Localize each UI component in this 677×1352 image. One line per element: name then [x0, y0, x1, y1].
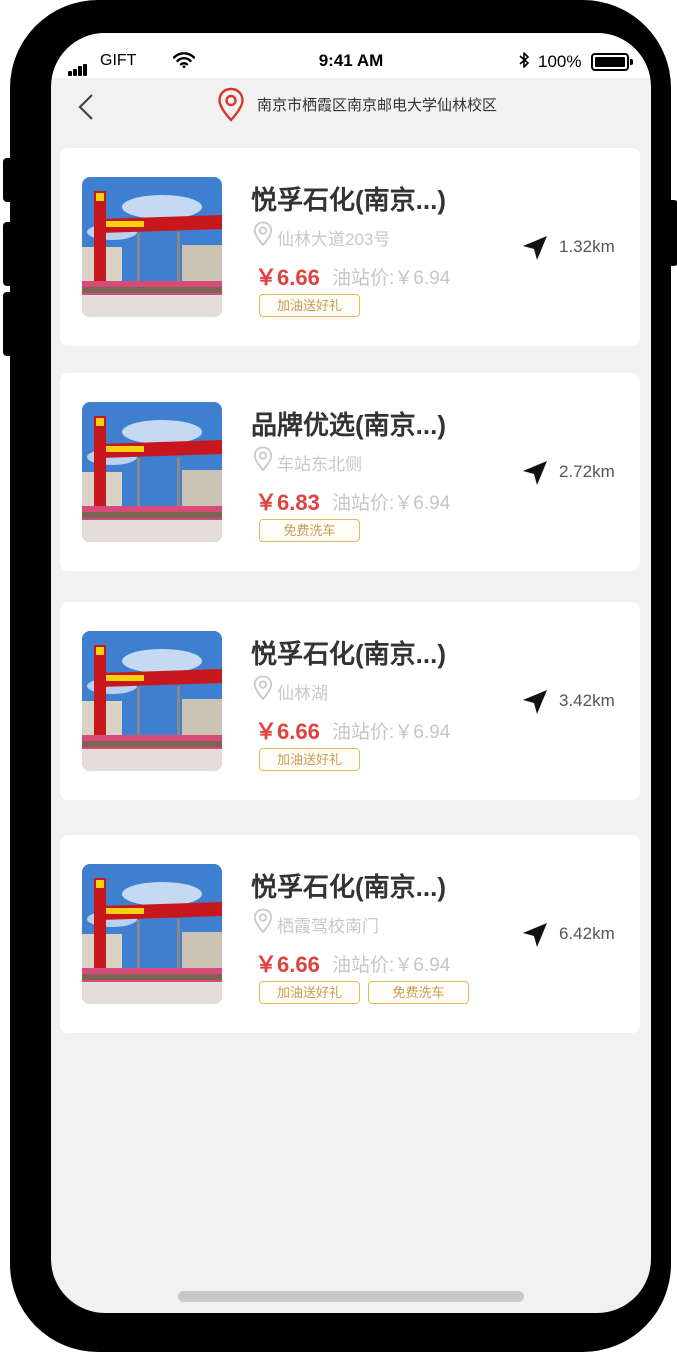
battery-icon: [591, 53, 633, 71]
bluetooth-icon: [518, 51, 530, 74]
volume-up-button: [3, 222, 13, 286]
station-address: 仙林大道203号: [277, 230, 391, 249]
station-distance: 1.32km: [559, 237, 615, 256]
station-photo: [82, 177, 222, 317]
station-price: 油站价:￥6.94: [332, 722, 451, 743]
station-price: 油站价:￥6.94: [332, 955, 451, 976]
phone-frame: GIFT 9:41 AM 100% 南京市栖霞区南京邮电大学仙林校区 悦孚石化(…: [3, 0, 677, 1352]
back-button[interactable]: [75, 92, 99, 122]
status-bar: GIFT 9:41 AM 100%: [51, 33, 651, 78]
navigation-arrow-icon[interactable]: [521, 688, 549, 721]
station-card[interactable]: 悦孚石化(南京...) 仙林大道203号 ￥6.66 油站价:￥6.94 加油送…: [60, 148, 640, 346]
map-pin-outline-icon: [253, 221, 273, 252]
station-distance: 6.42km: [559, 924, 615, 943]
promo-tag: 免费洗车: [259, 519, 360, 542]
discount-price: ￥6.66: [255, 719, 320, 744]
map-pin-outline-icon: [253, 446, 273, 477]
navigation-arrow-icon[interactable]: [521, 234, 549, 267]
station-photo: [82, 864, 222, 1004]
volume-down-button: [3, 292, 13, 356]
discount-price: ￥6.66: [255, 265, 320, 290]
station-distance: 3.42km: [559, 691, 615, 710]
promo-tag: 加油送好礼: [259, 748, 360, 771]
home-indicator[interactable]: [178, 1291, 524, 1302]
discount-price: ￥6.66: [255, 952, 320, 977]
promo-tag: 免费洗车: [368, 981, 469, 1004]
station-price: 油站价:￥6.94: [332, 493, 451, 514]
location-pin-icon: [217, 87, 245, 128]
navigation-arrow-icon[interactable]: [521, 921, 549, 954]
map-pin-outline-icon: [253, 908, 273, 939]
chevron-left-icon: [78, 94, 93, 120]
battery-percentage: 100%: [538, 52, 582, 71]
station-distance: 2.72km: [559, 462, 615, 481]
navigation-arrow-icon[interactable]: [521, 459, 549, 492]
station-photo: [82, 631, 222, 771]
station-name: 悦孚石化(南京...): [251, 185, 446, 215]
promo-tag: 加油送好礼: [259, 981, 360, 1004]
screen: GIFT 9:41 AM 100% 南京市栖霞区南京邮电大学仙林校区 悦孚石化(…: [51, 33, 651, 1313]
promo-tags: 加油送好礼: [259, 748, 368, 771]
station-card[interactable]: 品牌优选(南京...) 车站东北侧 ￥6.83 油站价:￥6.94 免费洗车 2…: [60, 373, 640, 571]
mute-switch: [3, 158, 13, 202]
promo-tag: 加油送好礼: [259, 294, 360, 317]
station-address: 仙林湖: [277, 684, 328, 703]
station-name: 悦孚石化(南京...): [251, 872, 446, 902]
station-address: 栖霞驾校南门: [277, 917, 379, 936]
power-button: [668, 200, 677, 266]
map-pin-outline-icon: [253, 675, 273, 706]
station-card[interactable]: 悦孚石化(南京...) 栖霞驾校南门 ￥6.66 油站价:￥6.94 加油送好礼…: [60, 835, 640, 1033]
station-name: 品牌优选(南京...): [251, 410, 446, 440]
station-name: 悦孚石化(南京...): [251, 639, 446, 669]
station-price: 油站价:￥6.94: [332, 268, 451, 289]
promo-tags: 加油送好礼: [259, 294, 368, 317]
promo-tags: 免费洗车: [259, 519, 368, 542]
promo-tags: 加油送好礼 免费洗车: [259, 981, 477, 1004]
station-card[interactable]: 悦孚石化(南京...) 仙林湖 ￥6.66 油站价:￥6.94 加油送好礼 3.…: [60, 602, 640, 800]
nav-header: 南京市栖霞区南京邮电大学仙林校区: [51, 78, 651, 133]
station-address: 车站东北侧: [277, 455, 362, 474]
current-location-label[interactable]: 南京市栖霞区南京邮电大学仙林校区: [257, 94, 497, 115]
station-photo: [82, 402, 222, 542]
discount-price: ￥6.83: [255, 490, 320, 515]
